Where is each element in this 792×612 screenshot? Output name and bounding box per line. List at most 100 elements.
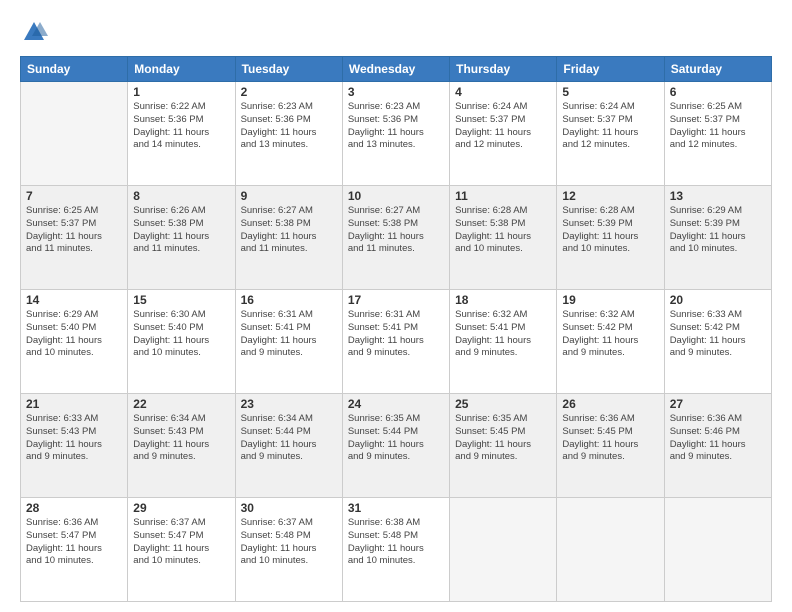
day-info: Sunrise: 6:29 AMSunset: 5:39 PMDaylight:…: [670, 205, 766, 256]
day-number: 15: [133, 293, 229, 307]
calendar-cell: 2 Sunrise: 6:23 AMSunset: 5:36 PMDaylight…: [235, 82, 342, 186]
day-number: 23: [241, 397, 337, 411]
calendar-cell: 28 Sunrise: 6:36 AMSunset: 5:47 PMDayligh…: [21, 498, 128, 602]
calendar-cell: 30 Sunrise: 6:37 AMSunset: 5:48 PMDayligh…: [235, 498, 342, 602]
day-info: Sunrise: 6:24 AMSunset: 5:37 PMDaylight:…: [562, 101, 658, 152]
day-number: 13: [670, 189, 766, 203]
day-info: Sunrise: 6:34 AMSunset: 5:44 PMDaylight:…: [241, 413, 337, 464]
day-info: Sunrise: 6:36 AMSunset: 5:45 PMDaylight:…: [562, 413, 658, 464]
week-row-3: 14Sunrise: 6:29 AMSunset: 5:40 PMDayligh…: [21, 290, 772, 394]
calendar-cell: 20Sunrise: 6:33 AMSunset: 5:42 PMDayligh…: [664, 290, 771, 394]
calendar-cell: 26 Sunrise: 6:36 AMSunset: 5:45 PMDayligh…: [557, 394, 664, 498]
day-info: Sunrise: 6:32 AMSunset: 5:42 PMDaylight:…: [562, 309, 658, 360]
calendar-cell: 4 Sunrise: 6:24 AMSunset: 5:37 PMDaylight…: [450, 82, 557, 186]
day-number: 3: [348, 85, 444, 99]
week-row-4: 21Sunrise: 6:33 AMSunset: 5:43 PMDayligh…: [21, 394, 772, 498]
day-info: Sunrise: 6:25 AMSunset: 5:37 PMDaylight:…: [670, 101, 766, 152]
week-row-2: 7Sunrise: 6:25 AMSunset: 5:37 PMDaylight…: [21, 186, 772, 290]
weekday-header-friday: Friday: [557, 57, 664, 82]
day-number: 14: [26, 293, 122, 307]
calendar-cell: 24Sunrise: 6:35 AMSunset: 5:44 PMDayligh…: [342, 394, 449, 498]
day-info: Sunrise: 6:30 AMSunset: 5:40 PMDaylight:…: [133, 309, 229, 360]
day-number: 25: [455, 397, 551, 411]
day-number: 6: [670, 85, 766, 99]
day-number: 22: [133, 397, 229, 411]
calendar-cell: 29 Sunrise: 6:37 AMSunset: 5:47 PMDayligh…: [128, 498, 235, 602]
page: SundayMondayTuesdayWednesdayThursdayFrid…: [0, 0, 792, 612]
day-info: Sunrise: 6:27 AMSunset: 5:38 PMDaylight:…: [348, 205, 444, 256]
day-number: 1: [133, 85, 229, 99]
day-info: Sunrise: 6:25 AMSunset: 5:37 PMDaylight:…: [26, 205, 122, 256]
day-number: 27: [670, 397, 766, 411]
day-info: Sunrise: 6:23 AMSunset: 5:36 PMDaylight:…: [348, 101, 444, 152]
calendar-cell: 8Sunrise: 6:26 AMSunset: 5:38 PMDaylight…: [128, 186, 235, 290]
day-info: Sunrise: 6:27 AMSunset: 5:38 PMDaylight:…: [241, 205, 337, 256]
calendar-cell: [664, 498, 771, 602]
calendar-cell: 9Sunrise: 6:27 AMSunset: 5:38 PMDaylight…: [235, 186, 342, 290]
day-info: Sunrise: 6:37 AMSunset: 5:48 PMDaylight:…: [241, 517, 337, 568]
day-info: Sunrise: 6:22 AMSunset: 5:36 PMDaylight:…: [133, 101, 229, 152]
calendar-cell: 10 Sunrise: 6:27 AMSunset: 5:38 PMDayligh…: [342, 186, 449, 290]
calendar-cell: 1 Sunrise: 6:22 AMSunset: 5:36 PMDaylight…: [128, 82, 235, 186]
calendar-cell: [557, 498, 664, 602]
weekday-header-saturday: Saturday: [664, 57, 771, 82]
day-number: 28: [26, 501, 122, 515]
calendar-cell: 25 Sunrise: 6:35 AMSunset: 5:45 PMDayligh…: [450, 394, 557, 498]
day-number: 12: [562, 189, 658, 203]
logo: [20, 18, 52, 46]
logo-icon: [20, 18, 48, 46]
day-info: Sunrise: 6:24 AMSunset: 5:37 PMDaylight:…: [455, 101, 551, 152]
day-number: 10: [348, 189, 444, 203]
day-info: Sunrise: 6:37 AMSunset: 5:47 PMDaylight:…: [133, 517, 229, 568]
calendar-cell: 18Sunrise: 6:32 AMSunset: 5:41 PMDayligh…: [450, 290, 557, 394]
day-info: Sunrise: 6:38 AMSunset: 5:48 PMDaylight:…: [348, 517, 444, 568]
day-info: Sunrise: 6:28 AMSunset: 5:38 PMDaylight:…: [455, 205, 551, 256]
day-number: 20: [670, 293, 766, 307]
day-number: 26: [562, 397, 658, 411]
day-info: Sunrise: 6:26 AMSunset: 5:38 PMDaylight:…: [133, 205, 229, 256]
calendar-cell: 6 Sunrise: 6:25 AMSunset: 5:37 PMDaylight…: [664, 82, 771, 186]
weekday-header-monday: Monday: [128, 57, 235, 82]
day-info: Sunrise: 6:31 AMSunset: 5:41 PMDaylight:…: [241, 309, 337, 360]
day-info: Sunrise: 6:32 AMSunset: 5:41 PMDaylight:…: [455, 309, 551, 360]
day-number: 5: [562, 85, 658, 99]
day-info: Sunrise: 6:36 AMSunset: 5:46 PMDaylight:…: [670, 413, 766, 464]
day-info: Sunrise: 6:34 AMSunset: 5:43 PMDaylight:…: [133, 413, 229, 464]
day-number: 29: [133, 501, 229, 515]
day-number: 21: [26, 397, 122, 411]
calendar-cell: 11 Sunrise: 6:28 AMSunset: 5:38 PMDayligh…: [450, 186, 557, 290]
week-row-5: 28 Sunrise: 6:36 AMSunset: 5:47 PMDayligh…: [21, 498, 772, 602]
calendar-cell: 7Sunrise: 6:25 AMSunset: 5:37 PMDaylight…: [21, 186, 128, 290]
weekday-header-row: SundayMondayTuesdayWednesdayThursdayFrid…: [21, 57, 772, 82]
day-number: 19: [562, 293, 658, 307]
calendar-cell: 23 Sunrise: 6:34 AMSunset: 5:44 PMDayligh…: [235, 394, 342, 498]
calendar-cell: 14Sunrise: 6:29 AMSunset: 5:40 PMDayligh…: [21, 290, 128, 394]
calendar-cell: 12 Sunrise: 6:28 AMSunset: 5:39 PMDayligh…: [557, 186, 664, 290]
calendar-cell: 5 Sunrise: 6:24 AMSunset: 5:37 PMDaylight…: [557, 82, 664, 186]
calendar-cell: 16 Sunrise: 6:31 AMSunset: 5:41 PMDayligh…: [235, 290, 342, 394]
day-number: 17: [348, 293, 444, 307]
day-info: Sunrise: 6:28 AMSunset: 5:39 PMDaylight:…: [562, 205, 658, 256]
calendar: SundayMondayTuesdayWednesdayThursdayFrid…: [20, 56, 772, 602]
weekday-header-sunday: Sunday: [21, 57, 128, 82]
day-info: Sunrise: 6:31 AMSunset: 5:41 PMDaylight:…: [348, 309, 444, 360]
weekday-header-wednesday: Wednesday: [342, 57, 449, 82]
weekday-header-tuesday: Tuesday: [235, 57, 342, 82]
calendar-cell: 31Sunrise: 6:38 AMSunset: 5:48 PMDayligh…: [342, 498, 449, 602]
calendar-cell: 21Sunrise: 6:33 AMSunset: 5:43 PMDayligh…: [21, 394, 128, 498]
day-info: Sunrise: 6:35 AMSunset: 5:44 PMDaylight:…: [348, 413, 444, 464]
day-number: 16: [241, 293, 337, 307]
day-info: Sunrise: 6:23 AMSunset: 5:36 PMDaylight:…: [241, 101, 337, 152]
day-info: Sunrise: 6:36 AMSunset: 5:47 PMDaylight:…: [26, 517, 122, 568]
calendar-cell: [21, 82, 128, 186]
day-number: 30: [241, 501, 337, 515]
day-info: Sunrise: 6:35 AMSunset: 5:45 PMDaylight:…: [455, 413, 551, 464]
day-number: 4: [455, 85, 551, 99]
day-number: 2: [241, 85, 337, 99]
calendar-cell: 13 Sunrise: 6:29 AMSunset: 5:39 PMDayligh…: [664, 186, 771, 290]
day-number: 11: [455, 189, 551, 203]
weekday-header-thursday: Thursday: [450, 57, 557, 82]
calendar-cell: [450, 498, 557, 602]
week-row-1: 1 Sunrise: 6:22 AMSunset: 5:36 PMDaylight…: [21, 82, 772, 186]
header: [20, 18, 772, 46]
